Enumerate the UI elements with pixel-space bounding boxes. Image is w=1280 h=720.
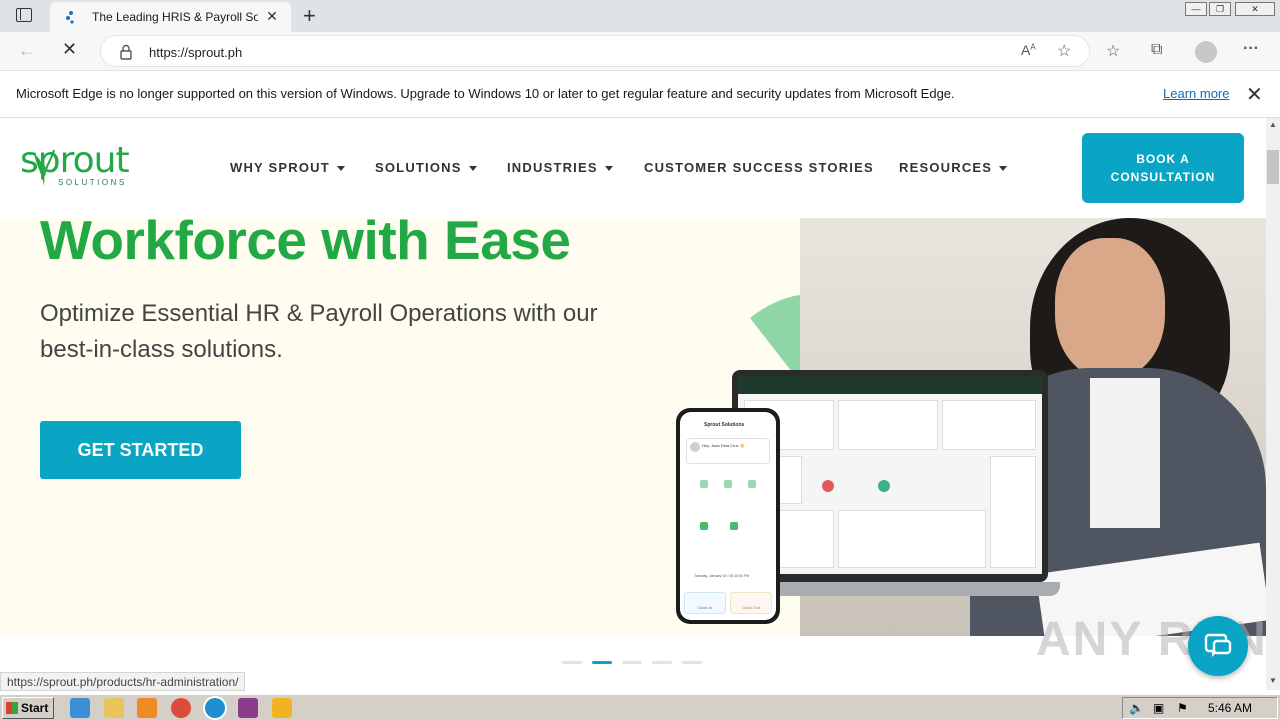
sprout-logo[interactable]: sprout SOLUTIONS	[20, 140, 140, 194]
browser-tab-active[interactable]: The Leading HRIS & Payroll Sof ✕	[50, 2, 291, 32]
chevron-down-icon	[604, 166, 613, 172]
carousel-dot-3[interactable]	[622, 661, 642, 664]
hero-section: Workforce with Ease Optimize Essential H…	[0, 218, 1266, 636]
start-button[interactable]: Start	[2, 697, 54, 719]
hero-headline: Workforce with Ease	[40, 218, 571, 271]
nav-industries[interactable]: INDUSTRIES	[507, 160, 613, 175]
flag-icon[interactable]: ⚑	[1177, 701, 1188, 715]
scroll-down-arrow-icon[interactable]: ▼	[1269, 676, 1277, 685]
close-window-button[interactable]: ✕	[1235, 2, 1275, 16]
office-app-icon[interactable]	[272, 698, 292, 718]
network-icon[interactable]: ▣	[1153, 701, 1164, 715]
status-bar-url: https://sprout.ph/products/hr-administra…	[0, 672, 246, 691]
logo-subtitle: SOLUTIONS	[58, 178, 127, 187]
phone-clock-out-button: Clock Out	[730, 592, 772, 614]
infobar-close-icon[interactable]: ✕	[1246, 82, 1263, 107]
page-scrollbar[interactable]: ▲ ▼	[1266, 118, 1280, 690]
lock-icon[interactable]	[119, 44, 133, 60]
ie-icon[interactable]	[70, 698, 90, 718]
restore-button[interactable]: ❐	[1209, 2, 1231, 16]
browser-tab-strip: The Leading HRIS & Payroll Sof ✕ + — ❐ ✕	[0, 0, 1280, 32]
logo-wordmark: sprout	[20, 140, 130, 181]
stop-loading-icon[interactable]: ✕	[62, 39, 77, 60]
volume-icon[interactable]: 🔈	[1129, 701, 1144, 715]
profile-avatar[interactable]	[1195, 41, 1217, 63]
browser-toolbar: ← ✕ https://sprout.ph AA ☆ ☆ ⧉ ···	[0, 32, 1280, 71]
phone-clock-in-button: Clock In	[684, 592, 726, 614]
get-started-button[interactable]: GET STARTED	[40, 421, 241, 479]
phone-mockup: Sprout Solutions Hey, Juan Dela Cruz 👋 T…	[676, 408, 780, 624]
phone-clock-out-label: Clock Out	[742, 605, 760, 610]
nav-label: WHY SPROUT	[230, 160, 330, 175]
web-page: sprout SOLUTIONS WHY SPROUT SOLUTIONS IN…	[0, 118, 1266, 690]
chat-widget-button[interactable]	[1188, 616, 1248, 676]
chevron-down-icon	[999, 166, 1008, 172]
start-label: Start	[21, 701, 49, 715]
nav-why-sprout[interactable]: WHY SPROUT	[230, 160, 345, 175]
url-text: https://sprout.ph	[149, 45, 243, 60]
address-bar[interactable]: https://sprout.ph AA ☆	[100, 35, 1090, 67]
nav-label: INDUSTRIES	[507, 160, 598, 175]
nav-resources[interactable]: RESOURCES	[899, 160, 1008, 175]
carousel-dot-4[interactable]	[652, 661, 672, 664]
phone-greeting: Hey, Juan Dela Cruz 👋	[702, 443, 745, 448]
nav-label: SOLUTIONS	[375, 160, 462, 175]
phone-app-title: Sprout Solutions	[704, 422, 745, 428]
tab-close-icon[interactable]: ✕	[264, 8, 280, 25]
book-consultation-button[interactable]: BOOK A CONSULTATION	[1082, 133, 1244, 203]
back-arrow-icon[interactable]: ←	[18, 40, 36, 61]
tab-actions-icon[interactable]	[16, 8, 32, 22]
learn-more-link[interactable]: Learn more	[1163, 86, 1229, 101]
explorer-icon[interactable]	[104, 698, 124, 718]
collections-icon[interactable]: ⧉	[1151, 41, 1162, 59]
scroll-up-arrow-icon[interactable]: ▲	[1269, 120, 1277, 129]
windows-logo-icon	[6, 702, 18, 714]
nav-label: RESOURCES	[899, 160, 993, 175]
edge-icon[interactable]	[205, 698, 225, 718]
nav-customer-success-stories[interactable]: CUSTOMER SUCCESS STORIES	[644, 160, 874, 175]
hero-subline: Optimize Essential HR & Payroll Operatio…	[40, 300, 598, 363]
favorites-icon[interactable]: ☆	[1106, 41, 1120, 61]
carousel-indicators	[562, 661, 702, 665]
minimize-button[interactable]: —	[1185, 2, 1207, 16]
scrollbar-thumb[interactable]	[1267, 150, 1279, 184]
sprout-favicon-icon	[66, 11, 74, 24]
phone-footer-time: Tuesday, January 16 • 00:10:00 PM	[694, 574, 750, 578]
archive-app-icon[interactable]	[238, 698, 258, 718]
phone-clock-in-label: Clock In	[697, 605, 713, 610]
read-aloud-icon[interactable]: AA	[1021, 42, 1036, 58]
unsupported-browser-infobar: Microsoft Edge is no longer supported on…	[0, 71, 1280, 118]
site-header: sprout SOLUTIONS WHY SPROUT SOLUTIONS IN…	[0, 118, 1266, 218]
chevron-down-icon	[336, 166, 345, 172]
tab-title: The Leading HRIS & Payroll Sof	[92, 10, 258, 24]
new-tab-icon[interactable]: +	[303, 3, 316, 29]
carousel-dot-2[interactable]	[592, 661, 612, 664]
chevron-down-icon	[468, 166, 477, 172]
more-menu-icon[interactable]: ···	[1243, 40, 1259, 58]
carousel-dot-5[interactable]	[682, 661, 702, 664]
taskbar-clock: 5:46 AM	[1208, 701, 1253, 715]
windows-taskbar: Start 🔈 ▣ ⚑ 5:46 AM	[0, 694, 1280, 720]
nav-label: CUSTOMER SUCCESS STORIES	[644, 160, 874, 175]
chat-bubble-icon	[1204, 633, 1232, 657]
add-favorite-icon[interactable]: ☆	[1057, 41, 1071, 61]
carousel-dot-1[interactable]	[562, 661, 582, 664]
infobar-message: Microsoft Edge is no longer supported on…	[16, 86, 955, 101]
system-tray: 🔈 ▣ ⚑	[1122, 697, 1278, 719]
media-player-icon[interactable]	[137, 698, 157, 718]
nav-solutions[interactable]: SOLUTIONS	[375, 160, 477, 175]
chrome-icon[interactable]	[171, 698, 191, 718]
